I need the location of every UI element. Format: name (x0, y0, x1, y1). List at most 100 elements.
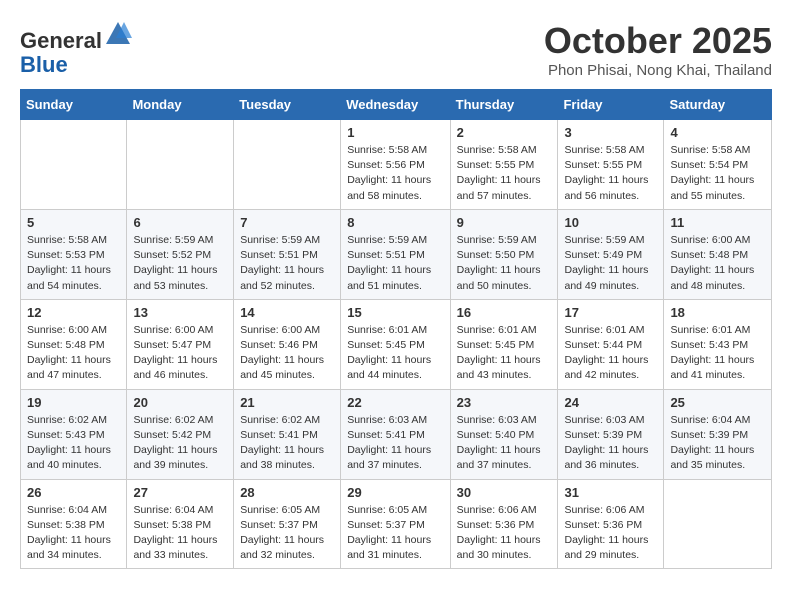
calendar-cell: 7 Sunrise: 5:59 AM Sunset: 5:51 PM Daylig… (234, 209, 341, 299)
weekday-header: Tuesday (234, 90, 341, 120)
calendar-cell: 25 Sunrise: 6:04 AM Sunset: 5:39 PM Dayli… (664, 389, 772, 479)
day-number: 26 (27, 485, 120, 500)
logo-general: General (20, 28, 102, 53)
calendar-cell: 30 Sunrise: 6:06 AM Sunset: 5:36 PM Dayli… (450, 479, 558, 569)
day-info: Sunrise: 6:01 AM Sunset: 5:45 PM Dayligh… (457, 323, 552, 384)
calendar-cell: 15 Sunrise: 6:01 AM Sunset: 5:45 PM Dayli… (341, 299, 450, 389)
day-info: Sunrise: 6:02 AM Sunset: 5:43 PM Dayligh… (27, 413, 120, 474)
day-number: 11 (670, 215, 765, 230)
day-info: Sunrise: 5:59 AM Sunset: 5:51 PM Dayligh… (240, 233, 334, 294)
calendar-cell: 21Sunrise: 6:02 AM Sunset: 5:41 PM Dayli… (234, 389, 341, 479)
weekday-header: Saturday (664, 90, 772, 120)
month-title: October 2025 (544, 20, 772, 62)
title-block: October 2025 Phon Phisai, Nong Khai, Tha… (544, 20, 772, 79)
weekday-header: Sunday (21, 90, 127, 120)
calendar-cell: 22Sunrise: 6:03 AM Sunset: 5:41 PM Dayli… (341, 389, 450, 479)
day-number: 19 (27, 395, 120, 410)
day-number: 24 (564, 395, 657, 410)
calendar-cell: 9Sunrise: 5:59 AM Sunset: 5:50 PM Daylig… (450, 209, 558, 299)
day-info: Sunrise: 6:04 AM Sunset: 5:39 PM Dayligh… (670, 413, 765, 474)
day-info: Sunrise: 6:05 AM Sunset: 5:37 PM Dayligh… (347, 503, 443, 564)
day-info: Sunrise: 6:04 AM Sunset: 5:38 PM Dayligh… (27, 503, 120, 564)
weekday-header: Monday (127, 90, 234, 120)
day-info: Sunrise: 5:59 AM Sunset: 5:49 PM Dayligh… (564, 233, 657, 294)
day-number: 2 (457, 125, 552, 140)
calendar-cell: 10 Sunrise: 5:59 AM Sunset: 5:49 PM Dayli… (558, 209, 664, 299)
calendar-cell: 1Sunrise: 5:58 AM Sunset: 5:56 PM Daylig… (341, 120, 450, 210)
calendar-week-row: 12 Sunrise: 6:00 AM Sunset: 5:48 PM Dayli… (21, 299, 772, 389)
day-number: 4 (670, 125, 765, 140)
day-info: Sunrise: 6:00 AM Sunset: 5:48 PM Dayligh… (670, 233, 765, 294)
calendar-cell (127, 120, 234, 210)
logo-blue: Blue (20, 52, 68, 77)
calendar-week-row: 5 Sunrise: 5:58 AM Sunset: 5:53 PM Daylig… (21, 209, 772, 299)
day-info: Sunrise: 5:58 AM Sunset: 5:53 PM Dayligh… (27, 233, 120, 294)
day-info: Sunrise: 6:03 AM Sunset: 5:39 PM Dayligh… (564, 413, 657, 474)
day-number: 28 (240, 485, 334, 500)
calendar-cell: 29 Sunrise: 6:05 AM Sunset: 5:37 PM Dayli… (341, 479, 450, 569)
day-number: 29 (347, 485, 443, 500)
calendar-cell (664, 479, 772, 569)
day-number: 31 (564, 485, 657, 500)
day-number: 13 (133, 305, 227, 320)
weekday-header-row: SundayMondayTuesdayWednesdayThursdayFrid… (21, 90, 772, 120)
day-info: Sunrise: 5:58 AM Sunset: 5:54 PM Dayligh… (670, 143, 765, 204)
day-number: 15 (347, 305, 443, 320)
calendar-cell: 28 Sunrise: 6:05 AM Sunset: 5:37 PM Dayli… (234, 479, 341, 569)
day-number: 9 (457, 215, 552, 230)
calendar-cell: 17 Sunrise: 6:01 AM Sunset: 5:44 PM Dayli… (558, 299, 664, 389)
calendar-cell: 19 Sunrise: 6:02 AM Sunset: 5:43 PM Dayli… (21, 389, 127, 479)
day-info: Sunrise: 6:03 AM Sunset: 5:40 PM Dayligh… (457, 413, 552, 474)
weekday-header: Thursday (450, 90, 558, 120)
day-info: Sunrise: 6:01 AM Sunset: 5:44 PM Dayligh… (564, 323, 657, 384)
calendar-week-row: 26 Sunrise: 6:04 AM Sunset: 5:38 PM Dayli… (21, 479, 772, 569)
day-number: 23 (457, 395, 552, 410)
calendar-cell: 2 Sunrise: 5:58 AM Sunset: 5:55 PM Daylig… (450, 120, 558, 210)
day-number: 25 (670, 395, 765, 410)
weekday-header: Friday (558, 90, 664, 120)
day-info: Sunrise: 6:06 AM Sunset: 5:36 PM Dayligh… (457, 503, 552, 564)
calendar-cell: 23 Sunrise: 6:03 AM Sunset: 5:40 PM Dayli… (450, 389, 558, 479)
calendar-week-row: 19 Sunrise: 6:02 AM Sunset: 5:43 PM Dayli… (21, 389, 772, 479)
day-number: 7 (240, 215, 334, 230)
logo: General Blue (20, 20, 132, 77)
day-info: Sunrise: 6:00 AM Sunset: 5:48 PM Dayligh… (27, 323, 120, 384)
day-info: Sunrise: 6:05 AM Sunset: 5:37 PM Dayligh… (240, 503, 334, 564)
calendar-cell (21, 120, 127, 210)
day-number: 30 (457, 485, 552, 500)
calendar-cell: 26 Sunrise: 6:04 AM Sunset: 5:38 PM Dayli… (21, 479, 127, 569)
calendar-cell: 14Sunrise: 6:00 AM Sunset: 5:46 PM Dayli… (234, 299, 341, 389)
day-info: Sunrise: 6:01 AM Sunset: 5:45 PM Dayligh… (347, 323, 443, 384)
calendar-cell: 8 Sunrise: 5:59 AM Sunset: 5:51 PM Daylig… (341, 209, 450, 299)
calendar-cell: 31 Sunrise: 6:06 AM Sunset: 5:36 PM Dayli… (558, 479, 664, 569)
day-info: Sunrise: 6:01 AM Sunset: 5:43 PM Dayligh… (670, 323, 765, 384)
calendar-week-row: 1Sunrise: 5:58 AM Sunset: 5:56 PM Daylig… (21, 120, 772, 210)
day-number: 8 (347, 215, 443, 230)
day-number: 16 (457, 305, 552, 320)
day-number: 21 (240, 395, 334, 410)
day-info: Sunrise: 5:58 AM Sunset: 5:55 PM Dayligh… (457, 143, 552, 204)
calendar-cell: 5 Sunrise: 5:58 AM Sunset: 5:53 PM Daylig… (21, 209, 127, 299)
day-number: 3 (564, 125, 657, 140)
logo-icon (104, 20, 132, 48)
calendar-cell: 6Sunrise: 5:59 AM Sunset: 5:52 PM Daylig… (127, 209, 234, 299)
calendar-cell: 13Sunrise: 6:00 AM Sunset: 5:47 PM Dayli… (127, 299, 234, 389)
calendar-cell: 3Sunrise: 5:58 AM Sunset: 5:55 PM Daylig… (558, 120, 664, 210)
day-info: Sunrise: 5:59 AM Sunset: 5:51 PM Dayligh… (347, 233, 443, 294)
day-number: 17 (564, 305, 657, 320)
day-number: 6 (133, 215, 227, 230)
day-number: 5 (27, 215, 120, 230)
day-number: 10 (564, 215, 657, 230)
calendar-cell: 24 Sunrise: 6:03 AM Sunset: 5:39 PM Dayli… (558, 389, 664, 479)
day-info: Sunrise: 6:04 AM Sunset: 5:38 PM Dayligh… (133, 503, 227, 564)
weekday-header: Wednesday (341, 90, 450, 120)
calendar-cell: 20Sunrise: 6:02 AM Sunset: 5:42 PM Dayli… (127, 389, 234, 479)
day-info: Sunrise: 6:06 AM Sunset: 5:36 PM Dayligh… (564, 503, 657, 564)
calendar-cell: 12 Sunrise: 6:00 AM Sunset: 5:48 PM Dayli… (21, 299, 127, 389)
page-header: General Blue October 2025 Phon Phisai, N… (20, 20, 772, 79)
calendar-cell (234, 120, 341, 210)
day-number: 12 (27, 305, 120, 320)
day-info: Sunrise: 6:02 AM Sunset: 5:42 PM Dayligh… (133, 413, 227, 474)
day-info: Sunrise: 5:58 AM Sunset: 5:56 PM Dayligh… (347, 143, 443, 204)
day-number: 27 (133, 485, 227, 500)
